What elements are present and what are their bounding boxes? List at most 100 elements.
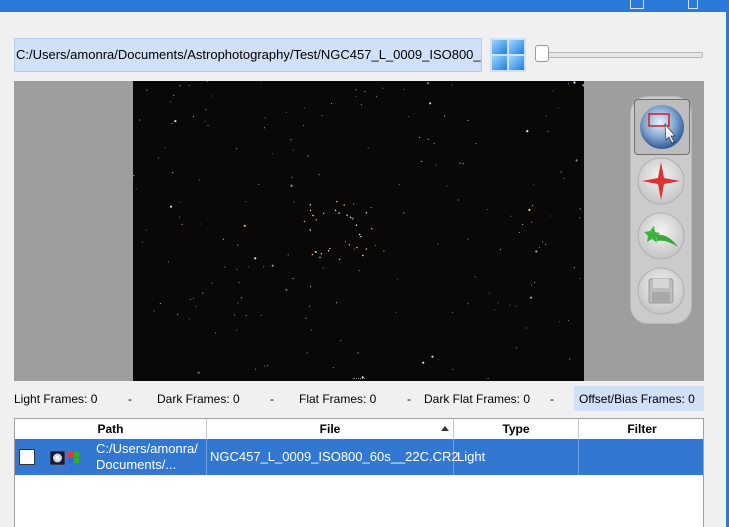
star — [382, 87, 384, 89]
star — [243, 224, 246, 227]
four-corners-view-icon[interactable] — [490, 38, 526, 72]
star — [542, 241, 544, 243]
star — [352, 203, 354, 205]
star — [452, 368, 454, 371]
star — [582, 84, 584, 87]
star — [336, 302, 338, 304]
cluster-star — [309, 229, 311, 231]
star — [475, 143, 477, 145]
star-tool[interactable] — [636, 156, 686, 206]
maximize-button[interactable] — [688, 0, 698, 9]
star — [443, 115, 445, 117]
column-header-path[interactable]: Path — [15, 419, 207, 439]
star — [264, 117, 266, 119]
star — [167, 261, 169, 263]
comet-tool[interactable] — [636, 211, 686, 261]
star — [211, 95, 214, 97]
select-rectangle-tool[interactable] — [634, 99, 690, 155]
star — [198, 179, 200, 181]
star — [559, 321, 561, 323]
star — [451, 84, 453, 86]
star — [420, 160, 422, 162]
star — [202, 292, 204, 294]
star — [459, 162, 461, 164]
star — [522, 223, 524, 225]
star — [573, 267, 575, 269]
star — [427, 82, 430, 85]
star — [192, 297, 194, 299]
star — [195, 305, 197, 308]
star — [179, 201, 181, 204]
star — [237, 302, 239, 304]
cluster-star — [309, 209, 312, 212]
image-viewer[interactable] — [14, 81, 704, 381]
star — [254, 257, 257, 260]
star — [408, 116, 410, 118]
star — [355, 89, 357, 91]
table-row[interactable]: C:/Users/amonra/ Documents/... NGC457_L_… — [15, 439, 703, 475]
star — [418, 136, 421, 139]
star — [285, 288, 288, 291]
splitter-handle[interactable] — [353, 378, 365, 382]
cluster-star — [320, 253, 323, 255]
star — [236, 148, 238, 150]
comet-icon — [637, 212, 685, 260]
star — [255, 368, 257, 370]
star — [535, 250, 538, 253]
star — [287, 254, 289, 256]
cluster-star — [319, 256, 321, 259]
star — [179, 85, 181, 87]
column-header-file[interactable]: File — [207, 419, 454, 439]
cluster-star — [371, 228, 373, 230]
star — [431, 355, 434, 358]
star — [192, 116, 195, 118]
column-header-type[interactable]: Type — [454, 419, 579, 439]
star — [331, 103, 333, 105]
star — [308, 305, 311, 307]
star — [563, 177, 565, 180]
star — [222, 238, 224, 240]
star — [509, 304, 511, 306]
star — [376, 96, 378, 98]
star — [260, 81, 262, 82]
star — [351, 217, 354, 220]
star — [158, 157, 160, 159]
star — [403, 88, 405, 90]
file-path-field[interactable]: C:/Users/amonra/Documents/Astrophotograp… — [14, 38, 482, 72]
star — [579, 278, 581, 280]
star — [573, 81, 576, 84]
slider-track[interactable] — [537, 52, 703, 58]
star — [545, 243, 547, 246]
zoom-slider[interactable] — [533, 44, 705, 64]
star — [499, 248, 502, 250]
star — [293, 201, 295, 203]
path-cell: C:/Users/amonra/ Documents/... — [15, 439, 207, 475]
star — [353, 248, 355, 250]
floppy-disk-icon — [637, 267, 685, 315]
star — [532, 205, 534, 207]
cluster-star — [312, 214, 314, 217]
column-header-filter[interactable]: Filter — [579, 419, 703, 439]
astro-image — [133, 81, 584, 381]
frames-table: Path File Type Filter C:/Users/amonra/ D… — [14, 418, 704, 527]
star — [531, 284, 533, 286]
star — [164, 146, 166, 149]
star — [383, 250, 385, 252]
save-tool[interactable] — [636, 266, 686, 316]
minimize-button[interactable] — [630, 0, 644, 9]
star — [258, 183, 260, 186]
star — [433, 142, 435, 144]
star — [224, 266, 226, 268]
cluster-star — [365, 248, 368, 250]
row-checkbox[interactable] — [19, 449, 35, 465]
star — [488, 292, 490, 294]
image-thumbnail-icon — [50, 450, 79, 466]
frames-summary-bar: Light Frames: 0 - Dark Frames: 0 - Flat … — [14, 386, 704, 411]
slider-thumb[interactable] — [535, 45, 549, 62]
star — [525, 327, 528, 329]
star — [510, 215, 512, 217]
offset-bias-frames-count: Offset/Bias Frames: 0 — [579, 392, 695, 406]
star — [207, 124, 209, 127]
cluster-star — [365, 212, 368, 214]
star — [422, 361, 425, 364]
